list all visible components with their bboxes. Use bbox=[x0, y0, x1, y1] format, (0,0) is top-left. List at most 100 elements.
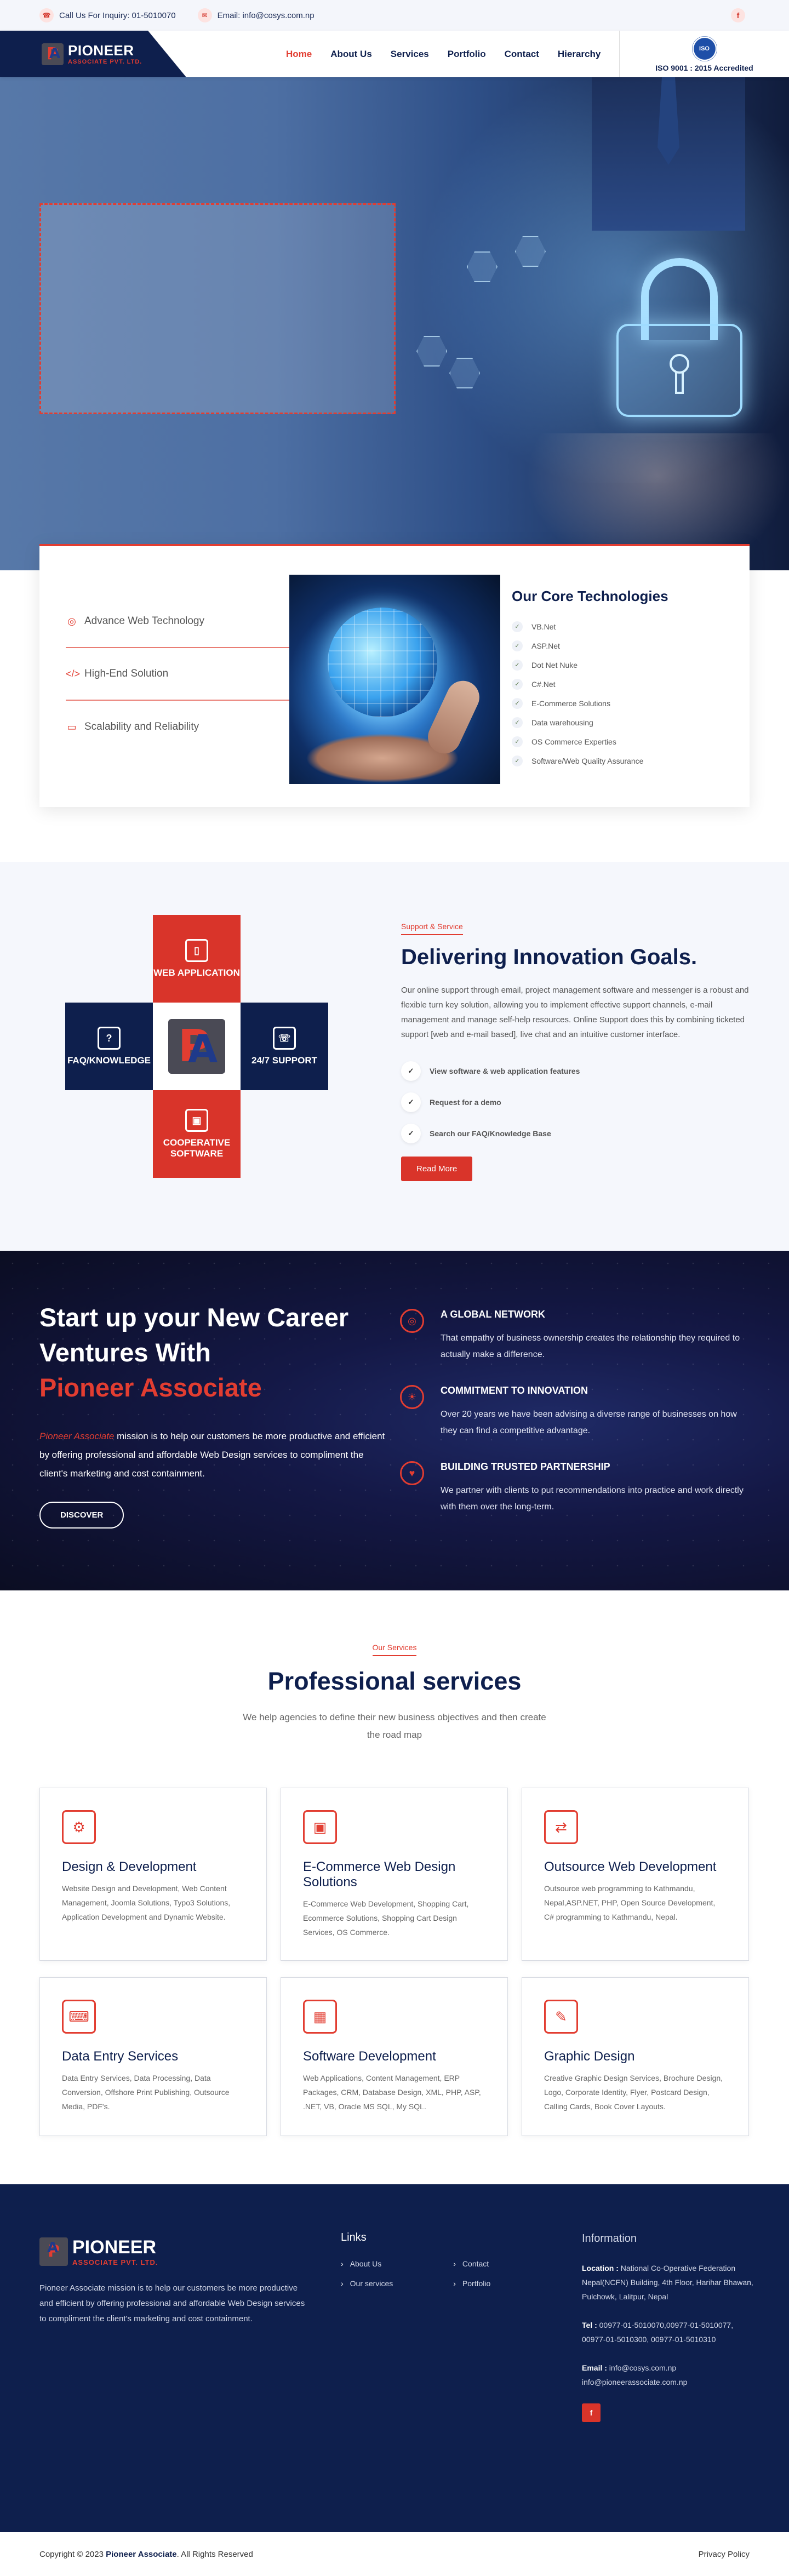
read-more-button[interactable]: Read More bbox=[401, 1157, 473, 1181]
service-text: Creative Graphic Design Services, Brochu… bbox=[544, 2074, 723, 2111]
feature-label: High-End Solution bbox=[84, 668, 169, 679]
iso-text: ISO 9001 : 2015 Accredited bbox=[655, 63, 753, 72]
feature-item[interactable]: ▭ Scalability and Reliability bbox=[66, 701, 318, 753]
handshake-icon: ♥ bbox=[400, 1461, 424, 1485]
services-lead: We help agencies to define their new bus… bbox=[243, 1712, 546, 1740]
service-card[interactable]: ⌨ Data Entry Services Data Entry Service… bbox=[39, 1977, 267, 2136]
topbar-phone[interactable]: ☎ Call Us For Inquiry: 01-5010070 bbox=[39, 8, 176, 22]
service-text: Web Applications, Content Management, ER… bbox=[303, 2074, 481, 2111]
service-card[interactable]: ▦ Software Development Web Applications,… bbox=[281, 1977, 508, 2136]
service-title: Outsource Web Development bbox=[544, 1859, 717, 1874]
list-item: ✓ Dot Net Nuke bbox=[512, 655, 668, 674]
list-item[interactable]: ✓ View software & web application feature… bbox=[401, 1055, 752, 1086]
support-text: Support & Service Delivering Innovation … bbox=[401, 922, 752, 1181]
tile-faq-knowledge[interactable]: ? FAQ/KNOWLEDGE bbox=[65, 1003, 153, 1090]
services-title: Professional services bbox=[267, 1667, 522, 1695]
career-point: ◎ A GLOBAL NETWORK That empathy of busine… bbox=[400, 1309, 751, 1363]
list-item: ✓ Software/Web Quality Assurance bbox=[512, 751, 668, 770]
outsource-icon: ⇄ bbox=[544, 1810, 578, 1844]
software-icon: ▦ bbox=[303, 2000, 337, 2034]
check-icon: ✓ bbox=[401, 1123, 421, 1143]
list-item: ✓ Data warehousing bbox=[512, 713, 668, 732]
faq-chat-icon: ? bbox=[98, 1027, 121, 1050]
service-title: Data Entry Services bbox=[62, 2049, 179, 2064]
service-text: Website Design and Development, Web Cont… bbox=[62, 1884, 231, 1921]
logo-mark-icon: PA bbox=[42, 43, 64, 65]
service-card[interactable]: ✎ Graphic Design Creative Graphic Design… bbox=[522, 1977, 749, 2136]
career-point: ☀ COMMITMENT TO INNOVATION Over 20 years … bbox=[400, 1385, 751, 1439]
footer-link-services[interactable]: Our services bbox=[341, 2279, 393, 2299]
site-header: PA PIONEER ASSOCIATE PVT. LTD. Home Abou… bbox=[0, 31, 789, 77]
service-title: Software Development bbox=[303, 2049, 436, 2064]
facebook-icon[interactable]: f bbox=[731, 8, 745, 22]
list-item: ✓ VB.Net bbox=[512, 617, 668, 636]
hero-caption-box bbox=[39, 203, 396, 414]
hero-banner bbox=[0, 77, 789, 570]
tile-web-application[interactable]: ▯ WEB APPLICATION bbox=[153, 915, 241, 1003]
feature-item[interactable]: </> High-End Solution bbox=[66, 648, 318, 701]
footer-logo[interactable]: PA PIONEER ASSOCIATE PVT. LTD. bbox=[39, 2237, 313, 2266]
list-item: ✓ ASP.Net bbox=[512, 636, 668, 655]
discover-button[interactable]: DISCOVER bbox=[39, 1502, 124, 1529]
service-title: E-Commerce Web Design Solutions bbox=[303, 1859, 456, 1890]
list-item[interactable]: ✓ Search our FAQ/Knowledge Base bbox=[401, 1118, 752, 1149]
section-tag: Support & Service bbox=[401, 922, 463, 935]
facebook-icon[interactable]: f bbox=[582, 2403, 601, 2422]
design-gear-icon: ⚙ bbox=[62, 1810, 96, 1844]
mobile-app-icon: ▯ bbox=[185, 939, 208, 962]
phone-icon: ☎ bbox=[39, 8, 54, 22]
footer-info-title: Information bbox=[582, 2232, 637, 2245]
feature-list: ◎ Advance Web Technology </> High-End So… bbox=[66, 596, 318, 753]
iso-seal-icon: ISO bbox=[691, 36, 717, 61]
service-text: Outsource web programming to Kathmandu, … bbox=[544, 1884, 716, 1921]
footer-link-about[interactable]: About Us bbox=[341, 2259, 393, 2279]
service-card[interactable]: ▣ E-Commerce Web Design Solutions E-Comm… bbox=[281, 1788, 508, 1961]
code-icon: </> bbox=[66, 668, 81, 679]
list-item: ✓ E-Commerce Solutions bbox=[512, 694, 668, 713]
topbar-email[interactable]: ✉ Email: info@cosys.com.np bbox=[197, 8, 315, 22]
support-paragraph: Our online support through email, projec… bbox=[401, 986, 749, 1039]
nav-home[interactable]: Home bbox=[286, 49, 312, 60]
footer-links: Links About Us Our services Contact Port… bbox=[341, 2231, 490, 2299]
services-section: Our Services Professional services We he… bbox=[0, 1590, 789, 2184]
footer-link-portfolio[interactable]: Portfolio bbox=[453, 2279, 490, 2299]
list-item[interactable]: ✓ Request for a demo bbox=[401, 1086, 752, 1118]
nav-services[interactable]: Services bbox=[391, 49, 429, 60]
core-technologies-card: ◎ Advance Web Technology </> High-End So… bbox=[39, 544, 750, 807]
service-title: Design & Development bbox=[62, 1859, 197, 1874]
core-tech-title: Our Core Technologies bbox=[512, 588, 668, 604]
logo[interactable]: PA PIONEER ASSOCIATE PVT. LTD. bbox=[0, 31, 186, 77]
support-section: ▯ WEB APPLICATION ? FAQ/KNOWLEDGE PA ☏ 2… bbox=[0, 862, 789, 1251]
keyslot-icon bbox=[675, 372, 684, 394]
list-item: ✓ C#.Net bbox=[512, 674, 668, 694]
copyright-text: Copyright © 2023 Pioneer Associate. All … bbox=[39, 2549, 253, 2559]
footer-email: Email : info@cosys.com.np info@pioneeras… bbox=[582, 2363, 688, 2386]
nav-portfolio[interactable]: Portfolio bbox=[448, 49, 486, 60]
service-card[interactable]: ⚙ Design & Development Website Design an… bbox=[39, 1788, 267, 1961]
list-item: ✓ OS Commerce Experties bbox=[512, 732, 668, 751]
tile-24-7-support[interactable]: ☏ 24/7 SUPPORT bbox=[241, 1003, 328, 1090]
keyhole-icon bbox=[670, 354, 689, 374]
check-icon: ✓ bbox=[512, 621, 523, 632]
core-tech-list: Our Core Technologies ✓ VB.Net ✓ ASP.Net ✓… bbox=[512, 588, 668, 770]
check-icon: ✓ bbox=[512, 755, 523, 766]
feature-item[interactable]: ◎ Advance Web Technology bbox=[66, 596, 318, 648]
support-list: ✓ View software & web application feature… bbox=[401, 1055, 752, 1149]
footer-link-contact[interactable]: Contact bbox=[453, 2259, 490, 2279]
nav-about-us[interactable]: About Us bbox=[330, 49, 372, 60]
career-heading: Start up your New Career Ventures With P… bbox=[39, 1303, 349, 1402]
check-icon: ✓ bbox=[512, 659, 523, 671]
section-tag: Our Services bbox=[372, 1643, 417, 1656]
center-logo-tile: PA bbox=[153, 1003, 241, 1090]
career-section: Start up your New Career Ventures With P… bbox=[0, 1251, 789, 1590]
copyright-bar: Copyright © 2023 Pioneer Associate. All … bbox=[0, 2532, 789, 2576]
globe-icon: ◎ bbox=[400, 1309, 424, 1333]
nav-contact[interactable]: Contact bbox=[505, 49, 539, 60]
service-card[interactable]: ⇄ Outsource Web Development Outsource we… bbox=[522, 1788, 749, 1961]
check-icon: ✓ bbox=[401, 1092, 421, 1112]
footer-tel: Tel : 00977-01-5010070,00977-01-5010077,… bbox=[582, 2321, 734, 2344]
logo-name: PIONEER bbox=[68, 42, 134, 59]
nav-hierarchy[interactable]: Hierarchy bbox=[558, 49, 601, 60]
tile-cooperative-software[interactable]: ▣ COOPERATIVE SOFTWARE bbox=[153, 1090, 241, 1178]
privacy-policy-link[interactable]: Privacy Policy bbox=[699, 2550, 750, 2559]
